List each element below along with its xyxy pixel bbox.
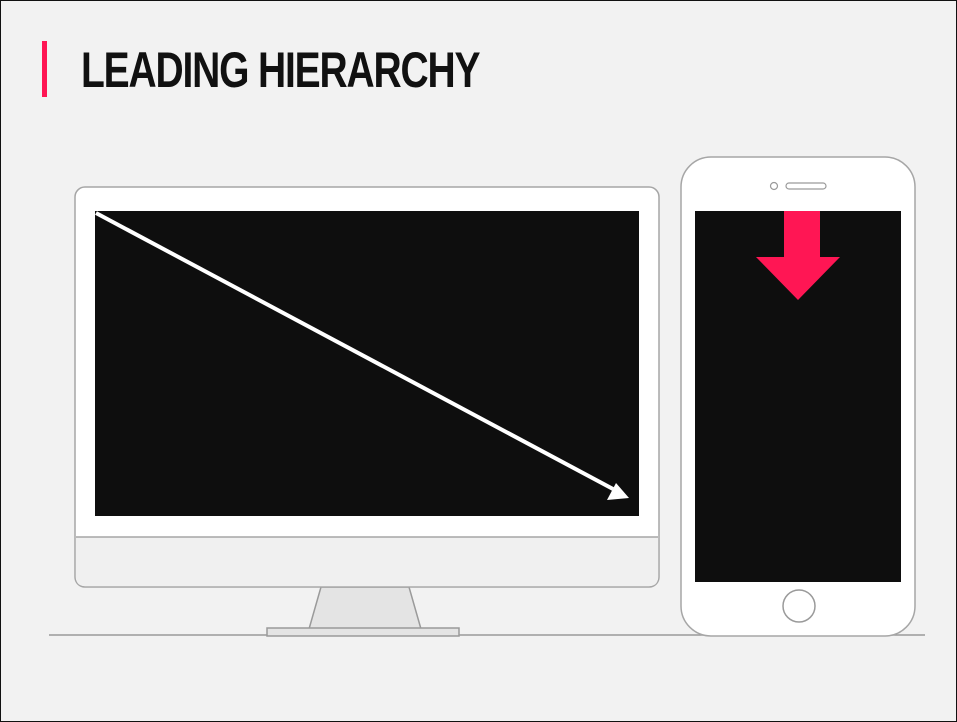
device-illustration	[49, 156, 925, 637]
monitor-chin	[76, 537, 658, 586]
monitor-base	[266, 627, 460, 637]
slide: LEADING HIERARCHY	[0, 0, 957, 722]
smartphone	[680, 156, 916, 637]
monitor-stand	[308, 586, 422, 630]
desktop-monitor	[74, 186, 660, 637]
